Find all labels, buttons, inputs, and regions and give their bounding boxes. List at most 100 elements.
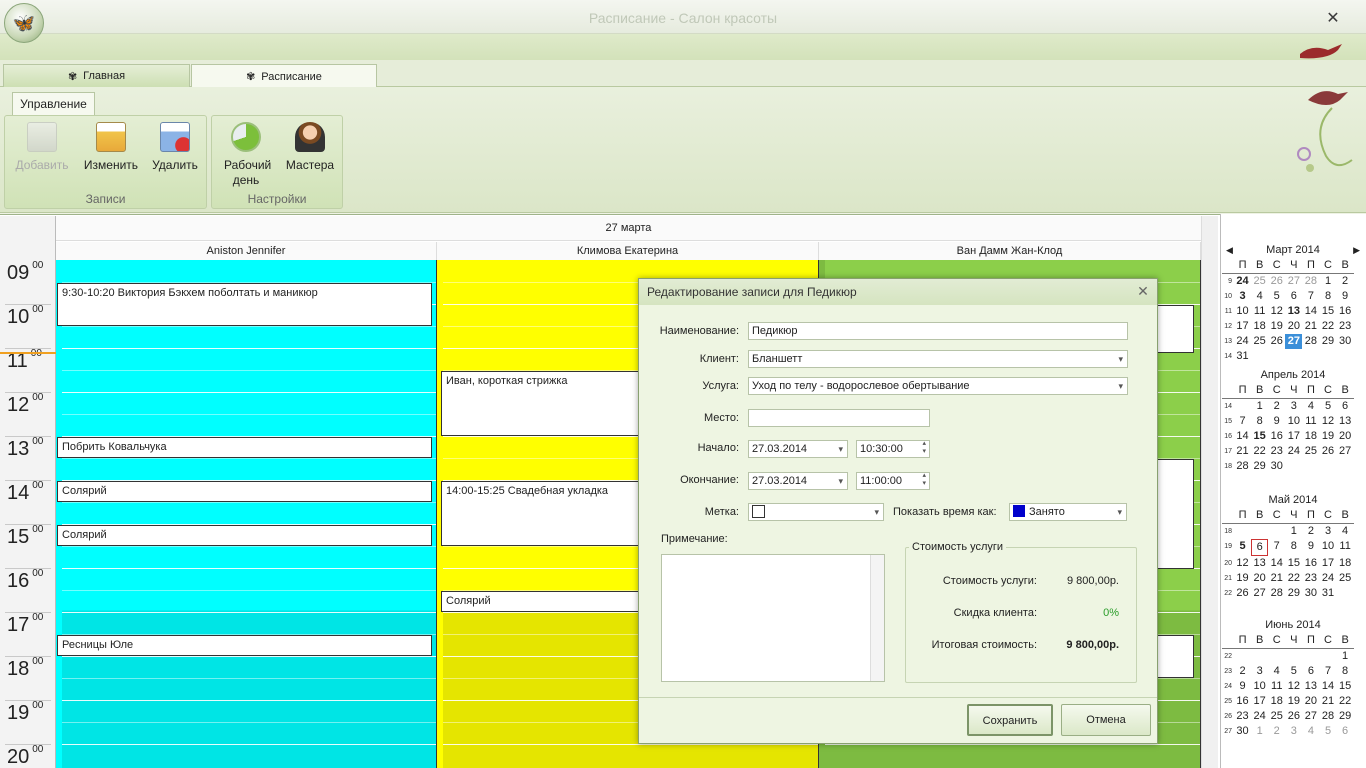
appointment[interactable]: 9:30-10:20 Виктория Бэкхем поболтать и м… — [57, 283, 432, 326]
close-window-button[interactable]: ✕ — [1324, 10, 1342, 28]
day-cell[interactable]: 22 — [1337, 694, 1354, 709]
day-cell[interactable] — [1251, 524, 1268, 539]
appointment[interactable] — [1152, 305, 1194, 353]
name-input[interactable]: Педикюр — [748, 322, 1128, 340]
day-cell[interactable]: 24 — [1285, 444, 1302, 459]
app-logo-button[interactable]: 🦋 — [4, 3, 44, 43]
day-cell[interactable]: 17 — [1234, 319, 1251, 334]
day-cell[interactable]: 10 — [1251, 679, 1268, 694]
day-cell[interactable]: 5 — [1319, 399, 1336, 414]
day-cell[interactable]: 14 — [1268, 556, 1285, 571]
day-cell[interactable]: 27 — [1285, 274, 1302, 289]
day-cell[interactable]: 18 — [1251, 319, 1268, 334]
appointment[interactable] — [1152, 459, 1194, 569]
day-cell[interactable]: 31 — [1234, 349, 1251, 364]
day-cell[interactable]: 1 — [1319, 274, 1336, 289]
day-cell[interactable]: 20 — [1285, 319, 1302, 334]
day-cell[interactable]: 11 — [1302, 414, 1319, 429]
day-cell[interactable]: 15 — [1251, 429, 1268, 444]
show-as-select[interactable]: Занято — [1009, 503, 1127, 521]
tab-schedule[interactable]: ✾ Расписание — [191, 64, 377, 88]
day-cell[interactable]: 10 — [1285, 414, 1302, 429]
day-cell[interactable]: 20 — [1251, 571, 1268, 586]
day-cell[interactable]: 30 — [1234, 724, 1251, 739]
day-cell[interactable]: 5 — [1234, 539, 1251, 556]
day-cell[interactable]: 24 — [1234, 274, 1251, 289]
day-cell[interactable]: 28 — [1302, 334, 1319, 349]
day-cell[interactable]: 19 — [1234, 571, 1251, 586]
day-cell[interactable]: 18 — [1268, 694, 1285, 709]
note-scrollbar[interactable] — [870, 555, 884, 681]
day-cell[interactable]: 25 — [1251, 334, 1268, 349]
day-cell[interactable]: 1 — [1251, 724, 1268, 739]
day-cell[interactable]: 24 — [1319, 571, 1336, 586]
day-cell[interactable]: 1 — [1251, 399, 1268, 414]
day-cell[interactable]: 21 — [1319, 694, 1336, 709]
note-textarea[interactable] — [661, 554, 885, 682]
day-cell[interactable]: 21 — [1234, 444, 1251, 459]
day-cell[interactable] — [1251, 349, 1268, 364]
day-cell[interactable] — [1234, 524, 1251, 539]
day-cell[interactable] — [1337, 349, 1354, 364]
day-cell[interactable]: 9 — [1234, 679, 1251, 694]
save-button[interactable]: Сохранить — [967, 704, 1053, 736]
day-cell[interactable]: 12 — [1268, 304, 1285, 319]
day-cell[interactable]: 9 — [1302, 539, 1319, 556]
day-cell[interactable]: 23 — [1268, 444, 1285, 459]
day-cell[interactable]: 2 — [1302, 524, 1319, 539]
day-cell[interactable]: 19 — [1285, 694, 1302, 709]
day-cell[interactable]: 29 — [1251, 459, 1268, 474]
day-cell[interactable] — [1337, 586, 1354, 601]
day-cell[interactable]: 27 — [1302, 709, 1319, 724]
day-cell[interactable]: 30 — [1268, 459, 1285, 474]
day-cell[interactable]: 29 — [1285, 586, 1302, 601]
day-cell[interactable]: 19 — [1268, 319, 1285, 334]
day-cell[interactable]: 19 — [1319, 429, 1336, 444]
add-button[interactable]: Добавить — [11, 122, 73, 173]
day-cell[interactable]: 1 — [1337, 649, 1354, 664]
day-cell[interactable]: 7 — [1302, 289, 1319, 304]
day-cell[interactable]: 21 — [1268, 571, 1285, 586]
day-cell[interactable]: 1 — [1285, 524, 1302, 539]
workday-button[interactable]: Рабочий день — [216, 122, 276, 188]
day-cell[interactable]: 25 — [1337, 571, 1354, 586]
day-cell[interactable]: 16 — [1302, 556, 1319, 571]
day-cell[interactable]: 17 — [1285, 429, 1302, 444]
tab-home[interactable]: ✾ Главная — [3, 64, 190, 87]
day-cell[interactable] — [1285, 459, 1302, 474]
day-cell[interactable]: 7 — [1319, 664, 1336, 679]
day-cell[interactable]: 18 — [1302, 429, 1319, 444]
day-cell[interactable]: 3 — [1234, 289, 1251, 304]
day-cell[interactable]: 17 — [1251, 694, 1268, 709]
day-cell[interactable]: 11 — [1268, 679, 1285, 694]
day-cell[interactable]: 29 — [1337, 709, 1354, 724]
day-cell[interactable] — [1268, 524, 1285, 539]
day-cell[interactable]: 27 — [1285, 334, 1303, 349]
day-cell[interactable]: 9 — [1268, 414, 1285, 429]
day-cell[interactable]: 22 — [1319, 319, 1336, 334]
day-cell[interactable]: 30 — [1302, 586, 1319, 601]
schedule-scrollbar[interactable] — [1201, 216, 1218, 768]
day-cell[interactable]: 8 — [1319, 289, 1336, 304]
day-cell[interactable]: 13 — [1251, 556, 1268, 571]
day-cell[interactable] — [1319, 649, 1336, 664]
day-cell[interactable]: 30 — [1337, 334, 1354, 349]
day-cell[interactable] — [1302, 459, 1319, 474]
day-cell[interactable]: 26 — [1285, 709, 1302, 724]
day-cell[interactable]: 22 — [1251, 444, 1268, 459]
day-cell[interactable]: 28 — [1302, 274, 1319, 289]
start-date-picker[interactable]: 27.03.2014 — [748, 440, 848, 458]
day-cell[interactable]: 21 — [1302, 319, 1319, 334]
end-date-picker[interactable]: 27.03.2014 — [748, 472, 848, 490]
day-cell[interactable]: 14 — [1234, 429, 1251, 444]
day-cell[interactable]: 13 — [1302, 679, 1319, 694]
day-cell[interactable]: 6 — [1337, 724, 1354, 739]
client-select[interactable]: Бланшетт — [748, 350, 1128, 368]
day-cell[interactable]: 13 — [1285, 304, 1302, 319]
day-cell[interactable]: 20 — [1337, 429, 1354, 444]
day-cell[interactable]: 8 — [1285, 539, 1302, 556]
day-cell[interactable]: 10 — [1234, 304, 1251, 319]
day-cell[interactable]: 2 — [1268, 724, 1285, 739]
day-cell[interactable]: 12 — [1319, 414, 1336, 429]
day-cell[interactable]: 2 — [1234, 664, 1251, 679]
